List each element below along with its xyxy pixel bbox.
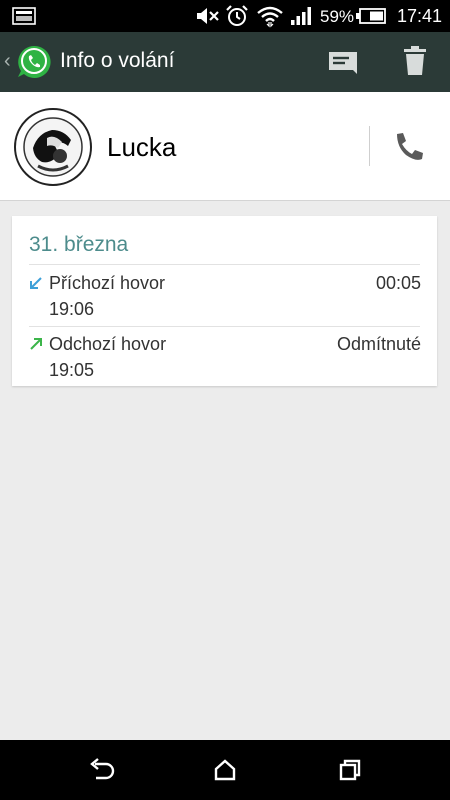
battery-percent: 59% xyxy=(320,7,355,26)
action-bar: ‹ Info o volání xyxy=(0,32,450,92)
battery-icon xyxy=(356,8,386,29)
call-duration: 00:05 xyxy=(375,273,421,293)
avatar[interactable] xyxy=(14,108,92,186)
call-status: Odmítnuté xyxy=(336,334,421,354)
message-button[interactable] xyxy=(322,46,362,78)
navigation-bar xyxy=(0,740,450,800)
whatsapp-logo-icon[interactable] xyxy=(16,44,52,85)
signal-icon xyxy=(290,6,314,31)
call-row: Odchozí hovor 19:05 Odmítnuté xyxy=(12,327,437,387)
status-bar: 59% 17:41 xyxy=(0,0,450,32)
delete-button[interactable] xyxy=(395,44,435,80)
call-time: 19:05 xyxy=(49,360,95,380)
back-chevron-icon[interactable]: ‹ xyxy=(4,50,11,73)
message-icon xyxy=(322,52,362,82)
call-button[interactable] xyxy=(388,128,428,164)
screenshot-icon xyxy=(12,7,36,30)
call-type: Odchozí hovor xyxy=(49,334,167,354)
divider xyxy=(29,264,420,265)
clock: 17:41 xyxy=(397,6,443,26)
phone-icon xyxy=(388,133,428,168)
call-type: Příchozí hovor xyxy=(49,273,166,293)
recents-icon[interactable] xyxy=(335,756,365,784)
call-log-card: 31. března Příchozí hovor 19:06 00:05 Od… xyxy=(12,216,437,386)
divider xyxy=(369,126,370,166)
trash-icon xyxy=(395,46,435,84)
contact-header: Lucka xyxy=(0,92,450,201)
incoming-call-arrow-icon xyxy=(29,276,43,295)
mute-icon xyxy=(195,6,221,31)
call-time: 19:06 xyxy=(49,299,95,319)
back-icon[interactable] xyxy=(86,756,116,784)
contact-name: Lucka xyxy=(107,132,177,162)
home-icon[interactable] xyxy=(210,756,240,784)
alarm-icon xyxy=(225,4,249,33)
outgoing-call-arrow-icon xyxy=(29,337,43,356)
page-title: Info o volání xyxy=(60,49,175,72)
wifi-icon xyxy=(256,4,284,33)
call-date: 31. března xyxy=(29,233,129,256)
call-row: Příchozí hovor 19:06 00:05 xyxy=(12,266,437,326)
